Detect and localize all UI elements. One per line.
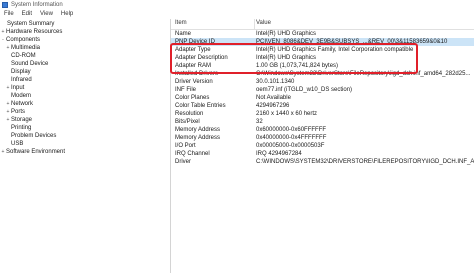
table-row[interactable]: Driver C:\WINDOWS\SYSTEM32\DRIVERSTORE\FI…	[171, 158, 474, 166]
table-row[interactable]: Resolution 2160 x 1440 x 60 hertz	[171, 110, 474, 118]
row-item: Color Planes	[175, 95, 210, 101]
table-row[interactable]: Driver Version 30.0.101.1340	[171, 78, 474, 86]
row-value: 0x00005000-0x0000503F	[256, 143, 325, 149]
column-header: Item Value	[171, 19, 474, 30]
menu-bar: File Edit View Help	[0, 9, 474, 18]
table-row[interactable]: Adapter Description Intel(R) UHD Graphics	[171, 54, 474, 62]
column-divider[interactable]	[254, 19, 255, 29]
table-row[interactable]: Adapter Type Intel(R) UHD Graphics Family…	[171, 46, 474, 54]
tree-item-label: Sound Device	[11, 61, 49, 67]
row-item: INF File	[175, 87, 196, 93]
table-row[interactable]: Name Intel(R) UHD Graphics	[171, 30, 474, 38]
row-value: 30.0.101.1340	[256, 79, 295, 85]
row-item: Installed Drivers	[175, 71, 219, 77]
tree-item-label: Printing	[11, 125, 32, 131]
row-value: Not Available	[256, 95, 291, 101]
row-value: 0x40000000-0x4FFFFFFF	[256, 135, 327, 141]
row-value: 32	[256, 119, 263, 125]
tree-item-multimedia[interactable]: + Multimedia	[5, 44, 40, 52]
tree-item-label: Input	[11, 85, 25, 91]
system-information-app-icon	[2, 1, 8, 8]
tree-item-hardware-resources[interactable]: + Hardware Resources	[0, 28, 63, 36]
tree-item-label: Hardware Resources	[6, 29, 63, 35]
tree-item-label: Infrared	[11, 77, 32, 83]
row-value: IRQ 4294967284	[256, 151, 302, 157]
row-value: Intel(R) UHD Graphics Family, Intel Corp…	[256, 47, 414, 53]
row-value: C:\WINDOWS\SYSTEM32\DRIVERSTORE\FILEREPO…	[256, 159, 474, 165]
tree-item-storage[interactable]: + Storage	[5, 116, 32, 124]
row-value: oem77.inf (iTGLD_w10_DS section)	[256, 87, 353, 93]
tree-item-sound-device[interactable]: Sound Device	[5, 60, 48, 68]
table-row[interactable]: IRQ Channel IRQ 4294967284	[171, 150, 474, 158]
table-row[interactable]: Bits/Pixel 32	[171, 118, 474, 126]
tree-item-label: USB	[11, 141, 24, 147]
title-bar: System Information	[0, 0, 474, 9]
tree-item-problem-devices[interactable]: Problem Devices	[5, 132, 56, 140]
table-row[interactable]: I/O Port 0x00005000-0x0000503F	[171, 142, 474, 150]
menu-help[interactable]: Help	[57, 11, 77, 17]
row-item: Adapter Description	[175, 55, 228, 61]
row-item: Driver	[175, 159, 191, 165]
menu-view[interactable]: View	[36, 11, 57, 17]
tree-item-input[interactable]: + Input	[5, 84, 25, 92]
tree-item-label: Software Environment	[6, 149, 66, 155]
row-item: Name	[175, 31, 192, 37]
tree-item-label: System Summary	[7, 21, 55, 27]
tree-item-label: Modem	[11, 93, 32, 99]
tree-item-cd-rom[interactable]: CD-ROM	[5, 52, 36, 60]
details-pane[interactable]: Item Value Name Intel(R) UHD Graphics PNP…	[171, 19, 474, 273]
row-item: I/O Port	[175, 143, 196, 149]
row-value: 1.00 GB (1,073,741,824 bytes)	[256, 63, 339, 69]
tree-item-network[interactable]: + Network	[5, 100, 33, 108]
menu-file[interactable]: File	[0, 11, 18, 17]
tree-item-label: Network	[11, 101, 34, 107]
row-value: 4294967296	[256, 103, 290, 109]
window-title: System Information	[11, 1, 63, 8]
tree-item-label: Ports	[11, 109, 26, 115]
tree-item-label: CD-ROM	[11, 53, 36, 59]
tree-item-system-summary[interactable]: System Summary	[1, 20, 54, 28]
tree-item-software-environment[interactable]: + Software Environment	[0, 148, 66, 156]
tree-item-infrared[interactable]: Infrared	[5, 76, 32, 84]
row-item: Adapter RAM	[175, 63, 212, 69]
row-item: Memory Address	[175, 127, 221, 133]
row-value: 2160 x 1440 x 60 hertz	[256, 111, 318, 117]
row-item: IRQ Channel	[175, 151, 210, 157]
table-row[interactable]: Installed Drivers C:\Windows\System32\Dri…	[171, 70, 474, 78]
tree-item-label: Storage	[11, 117, 33, 123]
tree-item-display[interactable]: Display	[5, 68, 31, 76]
tree-item-printing[interactable]: Printing	[5, 124, 31, 132]
table-row[interactable]: Adapter RAM 1.00 GB (1,073,741,824 bytes)	[171, 62, 474, 70]
row-value: 0x60000000-0x60FFFFFF	[256, 127, 327, 133]
row-item: Adapter Type	[175, 47, 211, 53]
row-item: Bits/Pixel	[175, 119, 200, 125]
table-row[interactable]: Memory Address 0x60000000-0x60FFFFFF	[171, 126, 474, 134]
row-item: Resolution	[175, 111, 204, 117]
tree-item-usb[interactable]: USB	[5, 140, 23, 148]
table-row[interactable]: Color Table Entries 4294967296	[171, 102, 474, 110]
menu-edit[interactable]: Edit	[18, 11, 36, 17]
row-value: C:\Windows\System32\DriverStore\FileRepo…	[256, 71, 471, 77]
tree-item-label: Components	[6, 37, 41, 43]
tree-item-label: Display	[11, 69, 31, 75]
column-header-item[interactable]: Item	[175, 20, 187, 26]
row-item: Color Table Entries	[175, 103, 226, 109]
table-row[interactable]: INF File oem77.inf (iTGLD_w10_DS section)	[171, 86, 474, 94]
tree-item-label: Multimedia	[11, 45, 41, 51]
column-header-value[interactable]: Value	[256, 20, 271, 26]
category-tree[interactable]: System Summary + Hardware Resources - Comp…	[0, 19, 171, 273]
table-row[interactable]: Memory Address 0x40000000-0x4FFFFFFF	[171, 134, 474, 142]
tree-item-ports[interactable]: + Ports	[5, 108, 25, 116]
tree-item-label: Problem Devices	[11, 133, 57, 139]
row-item: Memory Address	[175, 135, 221, 141]
tree-item-modem[interactable]: Modem	[5, 92, 31, 100]
table-row[interactable]: Color Planes Not Available	[171, 94, 474, 102]
tree-item-components[interactable]: - Components	[0, 36, 40, 44]
row-value: Intel(R) UHD Graphics	[256, 31, 317, 37]
row-value: PCI\VEN_8086&DEV_3E9B&SUBSYS_...&REV_00\…	[256, 39, 448, 45]
row-item: Driver Version	[175, 79, 213, 85]
row-item: PNP Device ID	[175, 39, 215, 45]
row-value: Intel(R) UHD Graphics	[256, 55, 317, 61]
table-row-selected[interactable]: PNP Device ID PCI\VEN_8086&DEV_3E9B&SUBSY…	[171, 38, 474, 46]
